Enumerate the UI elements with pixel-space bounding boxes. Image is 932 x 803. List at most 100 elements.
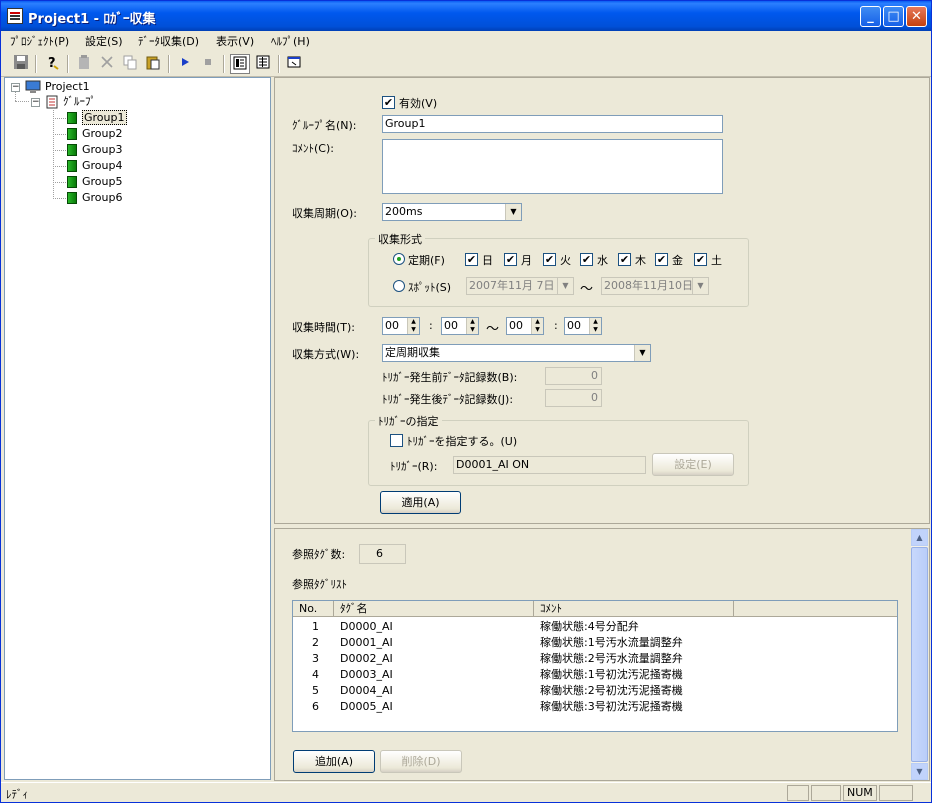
menu-project[interactable]: ﾌﾟﾛｼﾞｪｸﾄ(P) bbox=[10, 33, 69, 49]
menu-view[interactable]: 表示(V) bbox=[216, 33, 254, 49]
tree-node-group[interactable]: Group5 bbox=[67, 174, 123, 190]
play-icon[interactable] bbox=[175, 54, 195, 74]
spin-value: 00 bbox=[444, 319, 458, 332]
cell-tag: D0004_AI bbox=[340, 684, 393, 697]
vertical-scrollbar[interactable]: ▲ ▼ bbox=[911, 529, 928, 780]
tree-node-group[interactable]: Group6 bbox=[67, 190, 123, 206]
tree-line bbox=[15, 92, 16, 101]
collapse-icon[interactable]: − bbox=[11, 83, 20, 92]
spot-radio[interactable] bbox=[393, 280, 405, 292]
day-checkbox[interactable]: ✔ bbox=[580, 253, 593, 266]
view-detail-icon[interactable] bbox=[253, 54, 273, 74]
chevron-down-icon[interactable]: ▼ bbox=[692, 278, 708, 294]
day-checkbox[interactable]: ✔ bbox=[618, 253, 631, 266]
cell-comment: 稼働状態:4号分配弁 bbox=[540, 620, 639, 633]
save-icon[interactable] bbox=[11, 54, 31, 74]
reference-tag-list[interactable]: No. ﾀｸﾞ名 ｺﾒﾝﾄ 1 D0000_AI 稼働状態:4号分配弁 2 D0001… bbox=[292, 600, 898, 732]
scroll-up-icon[interactable]: ▲ bbox=[911, 529, 928, 546]
delete-group-icon[interactable] bbox=[74, 54, 94, 74]
group-icon bbox=[67, 144, 77, 156]
time-start-hour[interactable]: 00 ▲ ▼ bbox=[382, 317, 420, 335]
app-icon[interactable] bbox=[7, 8, 23, 24]
trigger-set-button[interactable]: 設定(E) bbox=[652, 453, 734, 476]
method-select[interactable]: 定周期収集 ▼ bbox=[382, 344, 651, 362]
time-end-hour[interactable]: 00 ▲ ▼ bbox=[506, 317, 544, 335]
day-label: 日 bbox=[482, 254, 493, 267]
chevron-down-icon[interactable]: ▼ bbox=[557, 278, 573, 294]
column-header-no[interactable]: No. bbox=[293, 601, 334, 617]
day-checkbox[interactable]: ✔ bbox=[694, 253, 707, 266]
table-row[interactable]: 1 D0000_AI 稼働状態:4号分配弁 bbox=[293, 619, 897, 635]
tree-line bbox=[53, 134, 66, 135]
enabled-checkbox[interactable]: ✔ bbox=[382, 96, 395, 109]
day-checkbox[interactable]: ✔ bbox=[504, 253, 517, 266]
trigger-checkbox[interactable] bbox=[390, 434, 403, 447]
period-select[interactable]: 200ms ▼ bbox=[382, 203, 522, 221]
tree-line bbox=[53, 166, 66, 167]
cell-tag: D0005_AI bbox=[340, 700, 393, 713]
day-checkbox[interactable]: ✔ bbox=[655, 253, 668, 266]
help-icon[interactable]: ? bbox=[42, 54, 62, 74]
cell-no: 2 bbox=[312, 636, 319, 649]
time-start-minute[interactable]: 00 ▲ ▼ bbox=[441, 317, 479, 335]
cell-tag: D0002_AI bbox=[340, 652, 393, 665]
table-row[interactable]: 4 D0003_AI 稼働状態:1号初沈汚泥掻寄機 bbox=[293, 667, 897, 683]
tree-line bbox=[53, 150, 66, 151]
delete-button[interactable]: 削除(D) bbox=[380, 750, 462, 773]
spinner-arrows-icon[interactable]: ▲ ▼ bbox=[589, 318, 601, 334]
spinner-arrows-icon[interactable]: ▲ ▼ bbox=[466, 318, 478, 334]
project-tree[interactable]: − Project1 − ｸﾞﾙｰﾌﾟ Group1 Group2 Group3… bbox=[4, 77, 271, 780]
tree-node-group[interactable]: Group4 bbox=[67, 158, 123, 174]
menu-data-collection[interactable]: ﾃﾞｰﾀ収集(D) bbox=[138, 33, 199, 49]
copy-icon[interactable] bbox=[120, 54, 140, 74]
table-row[interactable]: 2 D0001_AI 稼働状態:1号汚水流量調整弁 bbox=[293, 635, 897, 651]
spinner-arrows-icon[interactable]: ▲ ▼ bbox=[407, 318, 419, 334]
view-list-icon[interactable] bbox=[230, 54, 250, 74]
spot-from-date[interactable]: 2007年11月 7日 ▼ bbox=[466, 277, 574, 295]
chevron-down-icon[interactable]: ▼ bbox=[634, 345, 650, 361]
apply-button[interactable]: 適用(A) bbox=[380, 491, 461, 514]
before-count-input[interactable]: 0 bbox=[545, 367, 602, 385]
group-name-input[interactable]: Group1 bbox=[382, 115, 723, 133]
cut-icon[interactable] bbox=[97, 54, 117, 74]
tree-node-group[interactable]: Group3 bbox=[67, 142, 123, 158]
trigger-input[interactable]: D0001_AI ON bbox=[453, 456, 646, 474]
time-end-minute[interactable]: 00 ▲ ▼ bbox=[564, 317, 602, 335]
tree-node-group[interactable]: Group1 bbox=[67, 110, 127, 126]
stop-icon[interactable] bbox=[198, 54, 218, 74]
maximize-button[interactable]: □ bbox=[883, 6, 904, 27]
day-checkbox[interactable]: ✔ bbox=[543, 253, 556, 266]
tree-node-group[interactable]: Group2 bbox=[67, 126, 123, 142]
column-header-comment[interactable]: ｺﾒﾝﾄ bbox=[534, 601, 734, 617]
after-count-input[interactable]: 0 bbox=[545, 389, 602, 407]
scroll-down-icon[interactable]: ▼ bbox=[911, 763, 928, 780]
add-button[interactable]: 追加(A) bbox=[293, 750, 375, 773]
comment-textarea[interactable] bbox=[382, 139, 723, 194]
comment-label: ｺﾒﾝﾄ(C): bbox=[292, 142, 334, 155]
close-button[interactable]: ✕ bbox=[906, 6, 927, 27]
menu-help[interactable]: ﾍﾙﾌﾟ(H) bbox=[271, 33, 310, 49]
table-row[interactable]: 5 D0004_AI 稼働状態:2号初沈汚泥掻寄機 bbox=[293, 683, 897, 699]
spot-to-value: 2008年11月10日 bbox=[604, 279, 693, 292]
spot-to-date[interactable]: 2008年11月10日 ▼ bbox=[601, 277, 709, 295]
paste-icon[interactable] bbox=[143, 54, 163, 74]
minimize-button[interactable]: _ bbox=[860, 6, 881, 27]
cell-no: 1 bbox=[312, 620, 319, 633]
cell-tag: D0003_AI bbox=[340, 668, 393, 681]
day-checkbox[interactable]: ✔ bbox=[465, 253, 478, 266]
title-bar[interactable]: Project1 - ﾛｶﾞｰ収集 _ □ ✕ bbox=[1, 1, 931, 31]
after-count-label: ﾄﾘｶﾞｰ発生後ﾃﾞｰﾀ記録数(J): bbox=[382, 393, 514, 406]
chevron-down-icon[interactable]: ▼ bbox=[505, 204, 521, 220]
column-header-tag[interactable]: ﾀｸﾞ名 bbox=[334, 601, 534, 617]
menu-settings[interactable]: 設定(S) bbox=[85, 33, 123, 49]
spinner-arrows-icon[interactable]: ▲ ▼ bbox=[531, 318, 543, 334]
periodic-radio[interactable] bbox=[393, 253, 405, 265]
tree-node-project[interactable]: Project1 bbox=[25, 79, 90, 95]
trigger-group-title: ﾄﾘｶﾞｰの指定 bbox=[375, 413, 442, 429]
svg-text:?: ? bbox=[48, 56, 56, 70]
table-row[interactable]: 3 D0002_AI 稼働状態:2号汚水流量調整弁 bbox=[293, 651, 897, 667]
collapse-icon[interactable]: − bbox=[31, 98, 40, 107]
scroll-thumb[interactable] bbox=[911, 547, 928, 762]
window-icon[interactable] bbox=[284, 54, 304, 74]
table-row[interactable]: 6 D0005_AI 稼働状態:3号初沈汚泥掻寄機 bbox=[293, 699, 897, 715]
